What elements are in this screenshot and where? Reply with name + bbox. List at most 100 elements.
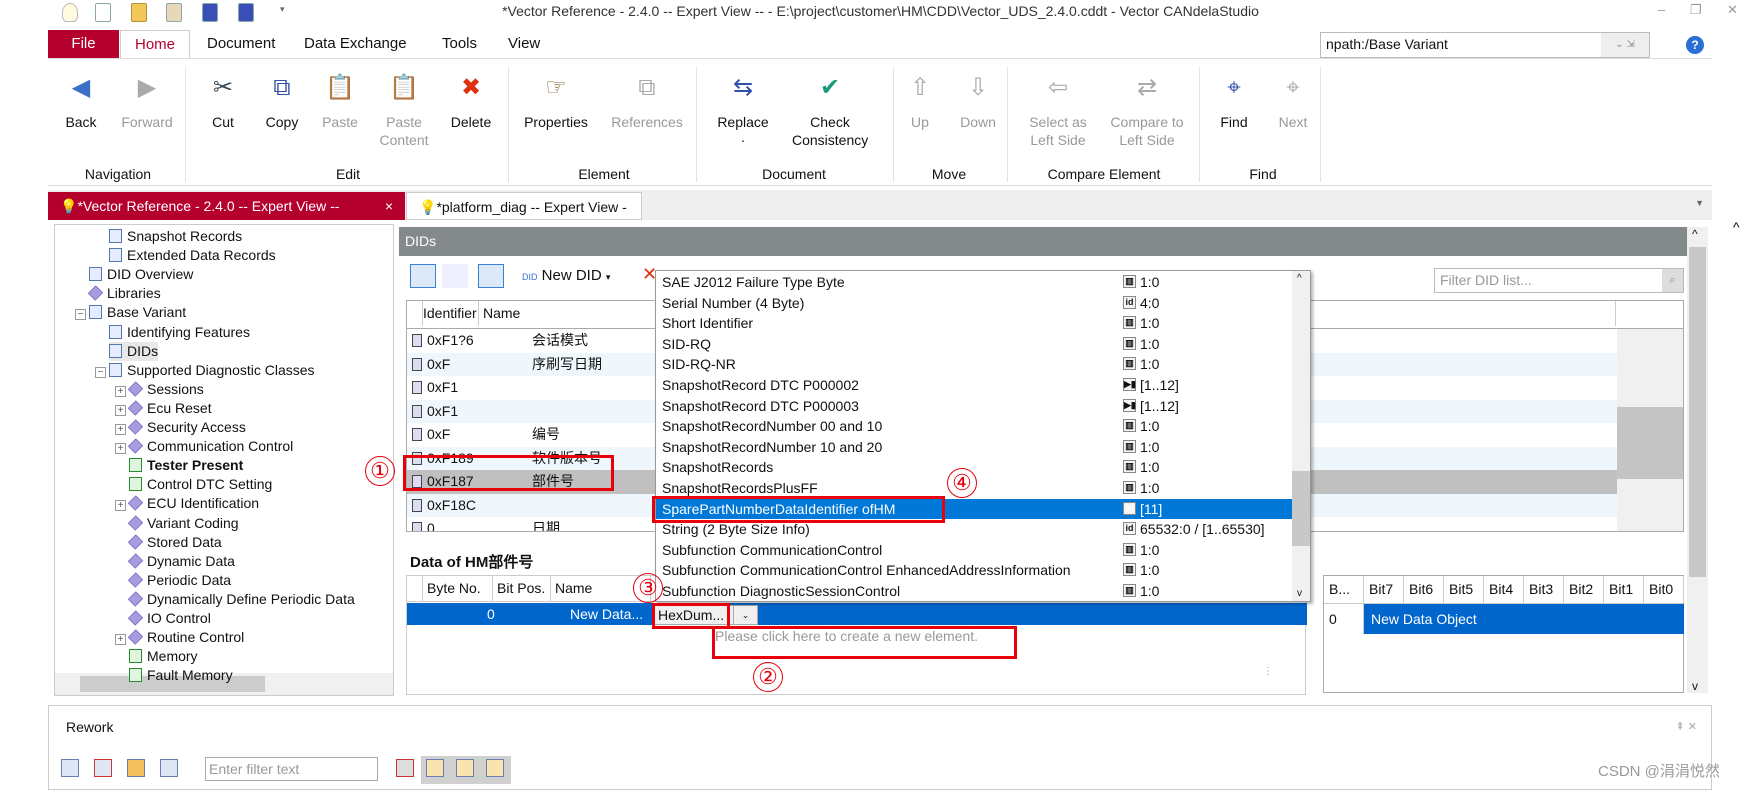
main-vertical-scrollbar[interactable]: ^ v [1687,227,1708,693]
ribbon-tab-file[interactable]: File [48,30,119,58]
tree-item-supported-diagnostic-classes[interactable]: − Supported Diagnostic Classes [95,361,315,380]
dropdown-option[interactable]: SnapshotRecordNumber 10 and 20 ▥ 1:0 [656,437,1292,458]
details-layout-icon[interactable] [486,759,504,777]
rework-filter-input[interactable]: Enter filter text [205,757,378,781]
tree-item-dynamically-define-periodic-data[interactable]: Dynamically Define Periodic Data [127,590,355,609]
tree-item-security-access[interactable]: + Security Access [115,418,246,437]
minimize-button[interactable]: – [1658,2,1665,17]
column-identifier[interactable]: Identifier [423,301,479,326]
tree-item-did-overview[interactable]: DID Overview [89,265,193,284]
data-type-dropdown-list[interactable]: ^ v SAE J2012 Failure Type Byte ▥ 1:0 Serial… [655,270,1311,602]
dropdown-option[interactable]: SnapshotRecord DTC P000003 ▶▮ [1..12] [656,396,1292,417]
compare-to-button[interactable]: ⇄ Compare to Left Side [1109,73,1185,149]
close-button[interactable]: ✕ [1727,2,1738,18]
expand-icon[interactable]: + [115,385,126,397]
tree-item-fault-memory[interactable]: Fault Memory [129,666,233,685]
search-icon[interactable]: ⌕ [1662,269,1683,292]
collapse-ribbon-icon[interactable]: ^ [1733,219,1740,235]
bit-column-bit6[interactable]: Bit6 [1404,576,1444,603]
tab-list-dropdown-icon[interactable]: ▼ [1695,198,1704,208]
down-button[interactable]: ⇩ Down [940,73,1016,131]
column-name[interactable]: Name [479,301,679,326]
bit-column-bit2[interactable]: Bit2 [1564,576,1604,603]
chevron-down-icon[interactable]: ⌄ [733,606,757,624]
pin-close-icons[interactable]: ⇞ ✕ [1676,720,1698,733]
dropdown-option[interactable]: SID-RQ ▥ 1:0 [656,334,1292,355]
ribbon-tab-data-exchange[interactable]: Data Exchange [290,30,421,58]
color-view-icon[interactable] [478,264,504,288]
tree-item-identifying-features[interactable]: Identifying Features [109,323,250,342]
collapse-icon[interactable]: − [95,366,106,378]
select-as-button[interactable]: ⇦ Select as Left Side [1020,73,1096,149]
tree-item-memory[interactable]: Memory [129,647,198,666]
column-bit-pos[interactable]: Bit Pos. [493,576,551,601]
help-icon[interactable]: ? [1686,36,1704,54]
splitter-handle[interactable]: ⋮ [1263,666,1273,677]
export-icon[interactable] [160,759,178,777]
bit-column-bit4[interactable]: Bit4 [1484,576,1524,603]
npath-dropdown-button[interactable]: ⌄ ⇲ [1601,33,1649,57]
check-button[interactable]: ✔ Check Consistency [792,73,868,149]
bit-column-bit3[interactable]: Bit3 [1524,576,1564,603]
tree-item-stored-data[interactable]: Stored Data [127,533,222,552]
bit-row-object[interactable]: New Data Object [1364,604,1684,634]
dropdown-option[interactable]: Subfunction DiagnosticSessionControl ▥ 1:0 [656,581,1292,601]
dropdown-option[interactable]: Short Identifier ▥ 1:0 [656,313,1292,334]
expand-icon[interactable]: + [115,424,126,435]
name-cell[interactable]: New Data... [570,606,643,622]
tree-item-ecu-reset[interactable]: + Ecu Reset [115,399,212,418]
ribbon-tab-document[interactable]: Document [193,30,289,58]
list-view-icon[interactable] [410,264,436,288]
tree-item-periodic-data[interactable]: Periodic Data [127,571,231,590]
expand-icon[interactable]: + [115,500,126,512]
bit-column-bit0[interactable]: Bit0 [1644,576,1684,603]
bit-column-bit7[interactable]: Bit7 [1364,576,1404,603]
dropdown-option[interactable]: SnapshotRecordNumber 00 and 10 ▥ 1:0 [656,416,1292,437]
bit-column-bit1[interactable]: Bit1 [1604,576,1644,603]
did-table-scrollbar[interactable] [1617,329,1683,531]
ribbon-tab-home[interactable]: Home [120,30,191,58]
dropdown-option[interactable]: Subfunction CommunicationControl ▥ 1:0 [656,540,1292,561]
bit-column-bit5[interactable]: Bit5 [1444,576,1484,603]
tree-item-communication-control[interactable]: + Communication Control [115,437,293,456]
back-button[interactable]: ◀ Back [43,73,119,131]
clear-filter-icon[interactable] [396,759,414,777]
doc-tab-vector-reference[interactable]: 💡*Vector Reference - 2.4.0 -- Expert Vie… [48,192,405,220]
tree-item-io-control[interactable]: IO Control [127,609,211,628]
references-button[interactable]: ⧉ References [609,73,685,131]
forward-button[interactable]: ▶ Forward [109,73,185,131]
bit-column-b[interactable]: B... [1324,576,1364,603]
tree-item-tester-present[interactable]: Tester Present [129,456,243,475]
grid-layout-icon[interactable] [456,759,474,777]
expand-icon[interactable]: + [115,443,126,455]
column-byte-no[interactable]: Byte No. [423,576,493,601]
paste-button[interactable]: 📋 Paste Content [366,73,442,149]
tree-item-dids[interactable]: DIDs [109,341,159,361]
tree-item-variant-coding[interactable]: Variant Coding [127,514,239,533]
npath-input[interactable]: npath:/Base Variant ⌄ ⇲ [1320,32,1650,58]
filter-did-input[interactable]: Filter DID list... ⌕ [1434,268,1684,293]
properties-button[interactable]: ☞ Properties [518,73,594,131]
close-tab-icon[interactable]: × [385,192,393,220]
dropdown-scrollbar[interactable]: ^ v [1292,271,1310,601]
tree-item-routine-control[interactable]: + Routine Control [115,628,244,647]
tree-item-base-variant[interactable]: − Base Variant [75,303,186,322]
tree-item-control-dtc-setting[interactable]: Control DTC Setting [129,475,272,494]
data-row-selected[interactable]: 0 New Data... [407,603,1307,625]
column-layout-icon[interactable] [426,759,444,777]
tree-item-snapshot-records[interactable]: Snapshot Records [109,227,242,246]
dropdown-option[interactable]: Subfunction CommunicationControl Enhance… [656,560,1292,581]
ribbon-tab-view[interactable]: View [494,30,554,58]
column-view-icon[interactable] [442,264,468,288]
dropdown-option[interactable]: Serial Number (4 Byte) id 4:0 [656,293,1292,314]
delete-button[interactable]: ✖ Delete [433,73,509,131]
new-did-button[interactable]: DID New DID ▾ [522,267,610,284]
replace-button[interactable]: ⇆ Replace · [705,73,781,149]
dropdown-option[interactable]: SID-RQ-NR ▥ 1:0 [656,354,1292,375]
expand-icon[interactable]: + [115,634,126,646]
dropdown-option[interactable]: SnapshotRecord DTC P000002 ▶▮ [1..12] [656,375,1292,396]
dropdown-option[interactable]: SAE J2012 Failure Type Byte ▥ 1:0 [656,272,1292,293]
tree-item-libraries[interactable]: Libraries [87,284,161,303]
expand-icon[interactable]: + [115,404,126,416]
tree-item-sessions[interactable]: + Sessions [115,380,204,399]
